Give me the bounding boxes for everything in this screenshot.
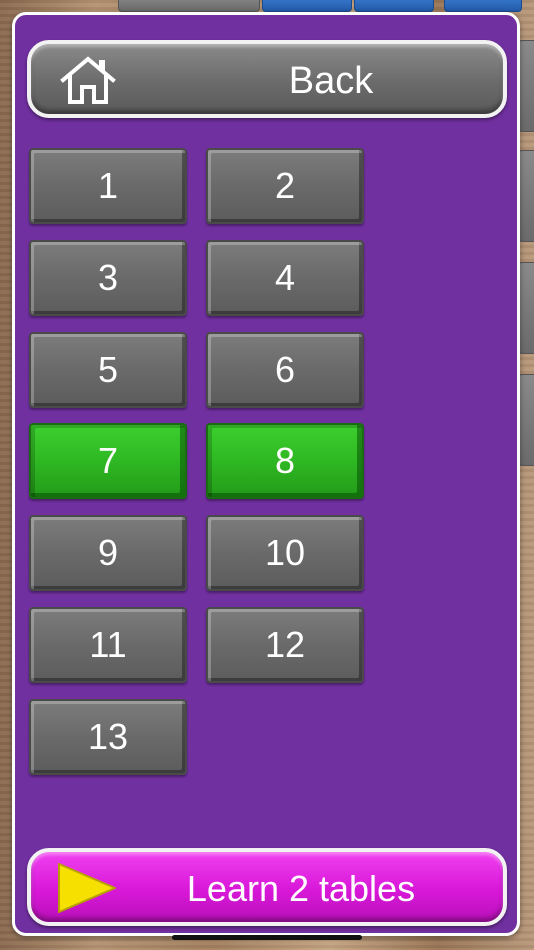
background-tile xyxy=(518,262,534,354)
play-icon xyxy=(58,863,116,913)
table-button-3[interactable]: 3 xyxy=(29,240,187,316)
background-tile xyxy=(118,0,260,12)
home-icon xyxy=(60,56,116,104)
table-button-9[interactable]: 9 xyxy=(29,515,187,591)
back-label: Back xyxy=(288,60,374,102)
background-tile xyxy=(518,374,534,466)
table-button-12[interactable]: 12 xyxy=(206,607,364,683)
background-tile xyxy=(518,40,534,132)
table-button-10[interactable]: 10 xyxy=(206,515,364,591)
table-button-1[interactable]: 1 xyxy=(29,148,187,224)
table-button-4[interactable]: 4 xyxy=(206,240,364,316)
background-tile xyxy=(444,0,522,12)
home-indicator xyxy=(172,935,362,940)
learn-tables-button[interactable]: Learn 2 tables xyxy=(27,848,507,926)
table-button-5[interactable]: 5 xyxy=(29,332,187,408)
background-tile xyxy=(354,0,434,12)
learn-tables-label: Learn 2 tables xyxy=(186,868,416,909)
background-tile xyxy=(518,150,534,242)
table-button-8[interactable]: 8 xyxy=(206,423,364,499)
table-button-7[interactable]: 7 xyxy=(29,423,187,499)
table-button-11[interactable]: 11 xyxy=(29,607,187,683)
table-button-13[interactable]: 13 xyxy=(29,699,187,775)
back-button[interactable]: Back xyxy=(27,40,507,118)
table-button-6[interactable]: 6 xyxy=(206,332,364,408)
background-tile xyxy=(262,0,352,12)
table-button-2[interactable]: 2 xyxy=(206,148,364,224)
